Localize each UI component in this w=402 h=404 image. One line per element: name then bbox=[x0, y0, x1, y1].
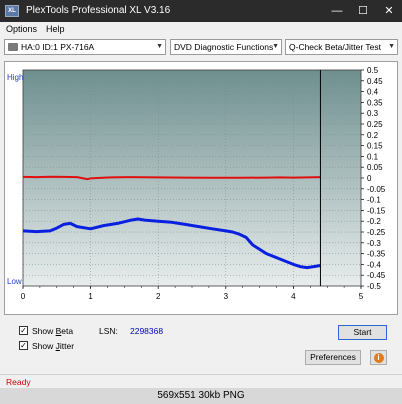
close-button[interactable]: ✕ bbox=[376, 0, 402, 22]
drive-select[interactable]: HA:0 ID:1 PX-716A ▼ bbox=[4, 39, 166, 55]
chevron-down-icon: ▼ bbox=[156, 43, 163, 50]
lsn-value: 2298368 bbox=[130, 326, 164, 336]
y-tick-label: 0.3 bbox=[367, 109, 379, 118]
test-select-value: Q-Check Beta/Jitter Test bbox=[289, 42, 381, 52]
y-tick-label: -0.05 bbox=[367, 185, 386, 194]
info-button[interactable]: i bbox=[370, 350, 387, 365]
y-tick-label: -0.2 bbox=[367, 217, 381, 226]
control-area: ✓ Show Beta ✓ Show Jitter LSN: 2298368 S… bbox=[0, 318, 402, 374]
chevron-down-icon: ▼ bbox=[272, 43, 279, 50]
y-tick-label: 0.25 bbox=[367, 120, 383, 129]
y-tick-label: 0.2 bbox=[367, 131, 379, 140]
y-tick-label: 0 bbox=[367, 174, 372, 183]
window-title: PlexTools Professional XL V3.16 bbox=[26, 5, 171, 16]
show-jitter-label[interactable]: Show Jitter bbox=[32, 341, 74, 351]
x-tick-label: 1 bbox=[88, 292, 93, 301]
y-tick-label: -0.45 bbox=[367, 271, 386, 280]
title-bar: XL PlexTools Professional XL V3.16 — ☐ ✕ bbox=[0, 0, 402, 22]
status-text: Ready bbox=[6, 377, 31, 387]
y-axis: 0.5 0.45 0.40.35 0.3 0.25 0.2 0.150.1 0.05 0 -0.0… bbox=[361, 66, 386, 291]
low-label: Low bbox=[7, 277, 22, 286]
y-tick-label: 0.35 bbox=[367, 98, 383, 107]
y-tick-label: 0.05 bbox=[367, 163, 383, 172]
x-axis: 0 1 2 3 4 5 bbox=[21, 286, 364, 301]
drive-select-value: HA:0 ID:1 PX-716A bbox=[21, 42, 95, 52]
chevron-down-icon: ▼ bbox=[388, 43, 395, 50]
y-tick-label: 0.15 bbox=[367, 142, 383, 151]
chart-panel: 0.5 0.45 0.4 0.35 0.3 0.25 0.2 0.15 0.1 0.05 0 -0.0… bbox=[4, 61, 398, 315]
start-button[interactable]: Start bbox=[338, 325, 387, 340]
y-tick-label: -0.15 bbox=[367, 206, 386, 215]
y-tick-label: 0.45 bbox=[367, 77, 383, 86]
y-tick-label: -0.5 bbox=[367, 282, 381, 291]
y-tick-label: -0.1 bbox=[367, 196, 381, 205]
y-tick-label: -0.4 bbox=[367, 260, 381, 269]
show-beta-checkbox[interactable]: ✓ bbox=[19, 326, 28, 335]
y-tick-label: 0.4 bbox=[367, 88, 379, 97]
info-icon: i bbox=[373, 353, 384, 363]
image-caption: 569x551 30kb PNG bbox=[0, 388, 402, 404]
y-tick-label: 0.1 bbox=[367, 152, 379, 161]
show-beta-label[interactable]: Show Beta bbox=[32, 326, 73, 336]
status-bar: Ready bbox=[0, 374, 402, 389]
x-tick-label: 5 bbox=[359, 292, 364, 301]
main-window: XL PlexTools Professional XL V3.16 — ☐ ✕… bbox=[0, 0, 402, 404]
menu-bar: Options Help bbox=[0, 22, 402, 36]
toolbar: HA:0 ID:1 PX-716A ▼ DVD Diagnostic Funct… bbox=[0, 36, 402, 58]
maximize-button[interactable]: ☐ bbox=[350, 0, 376, 22]
minimize-button[interactable]: — bbox=[324, 0, 350, 22]
lsn-label: LSN: bbox=[99, 326, 118, 336]
test-select[interactable]: Q-Check Beta/Jitter Test ▼ bbox=[285, 39, 398, 55]
beta-jitter-chart: 0.5 0.45 0.40.35 0.3 0.25 0.2 0.150.1 0.05 0 -0.0… bbox=[7, 66, 386, 301]
show-jitter-checkbox[interactable]: ✓ bbox=[19, 341, 28, 350]
x-tick-label: 3 bbox=[224, 292, 229, 301]
y-tick-label: -0.35 bbox=[367, 250, 386, 259]
x-tick-label: 4 bbox=[291, 292, 296, 301]
y-tick-label: 0.5 bbox=[367, 66, 379, 75]
function-select-value: DVD Diagnostic Functions bbox=[174, 42, 274, 52]
x-tick-label: 0 bbox=[21, 292, 26, 301]
preferences-button[interactable]: Preferences bbox=[305, 350, 361, 365]
high-label: High bbox=[7, 73, 23, 82]
menu-help[interactable]: Help bbox=[46, 24, 65, 34]
y-tick-label: -0.25 bbox=[367, 228, 386, 237]
function-select[interactable]: DVD Diagnostic Functions ▼ bbox=[170, 39, 282, 55]
y-tick-label: -0.3 bbox=[367, 239, 381, 248]
app-icon: XL bbox=[5, 5, 19, 17]
drive-icon bbox=[8, 42, 18, 51]
menu-options[interactable]: Options bbox=[6, 24, 37, 34]
x-tick-label: 2 bbox=[156, 292, 161, 301]
